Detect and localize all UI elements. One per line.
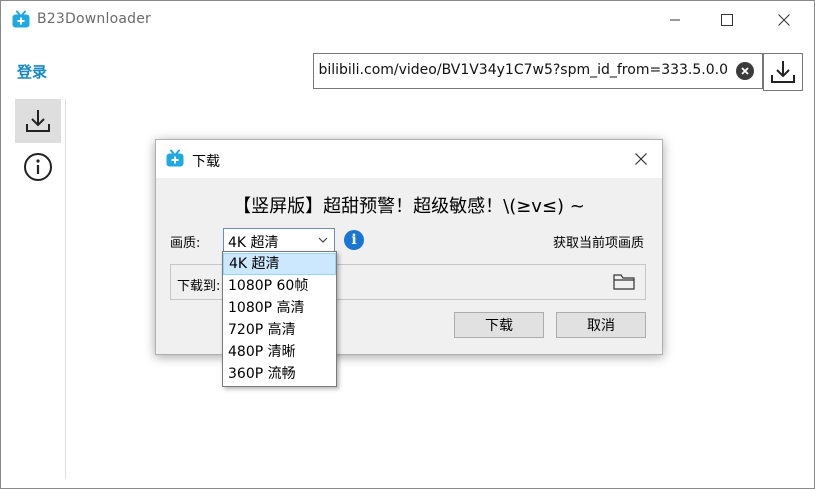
download-button[interactable]: 下载: [454, 312, 544, 338]
sidebar-about-tab[interactable]: [15, 147, 61, 187]
quality-option[interactable]: 720P 高清: [223, 319, 336, 341]
quality-select[interactable]: 4K 超清: [223, 228, 335, 252]
quality-option[interactable]: 360P 流畅: [223, 363, 336, 385]
clear-url-button[interactable]: [736, 62, 754, 80]
url-input-value: bilibili.com/video/BV1V34y1C7w5?spm_id_f…: [318, 62, 728, 78]
quality-info-icon[interactable]: i: [344, 230, 364, 250]
download-icon: [771, 61, 795, 83]
window-title: B23Downloader: [37, 11, 151, 27]
quality-dropdown-list: 4K 超清 1080P 60帧 1080P 高清 720P 高清 480P 清晰…: [222, 251, 337, 387]
chevron-down-icon: [318, 237, 328, 243]
login-link[interactable]: 登录: [17, 61, 47, 82]
maximize-icon: [721, 14, 733, 26]
dialog-close-button[interactable]: [620, 140, 662, 178]
close-icon: [635, 153, 647, 165]
main-window: B23Downloader 登录 bilibili.com/video/BV1V…: [0, 0, 815, 489]
url-input[interactable]: bilibili.com/video/BV1V34y1C7w5?spm_id_f…: [313, 53, 763, 89]
close-window-button[interactable]: [761, 1, 807, 39]
app-tv-icon: [166, 149, 184, 167]
start-download-button[interactable]: [763, 53, 803, 91]
quality-label: 画质:: [170, 236, 201, 251]
sidebar-divider: [65, 99, 66, 479]
clear-icon: [741, 67, 749, 75]
app-tv-icon: [12, 10, 30, 28]
cancel-button[interactable]: 取消: [556, 312, 646, 338]
info-icon: [24, 153, 52, 181]
quality-option[interactable]: 480P 清晰: [223, 341, 336, 363]
maximize-button[interactable]: [704, 1, 750, 39]
dialog-title-bar: 下载: [156, 140, 662, 178]
save-path-label: 下载到:: [177, 279, 221, 294]
quality-selected-value: 4K 超清: [228, 235, 279, 251]
quality-option[interactable]: 4K 超清: [223, 253, 336, 275]
get-current-quality-link[interactable]: 获取当前项画质: [553, 232, 644, 251]
quality-option[interactable]: 1080P 60帧: [223, 275, 336, 297]
quality-option[interactable]: 1080P 高清: [223, 297, 336, 319]
close-icon: [778, 14, 790, 26]
title-bar: B23Downloader: [1, 1, 814, 39]
minimize-button[interactable]: [652, 1, 698, 39]
dialog-title: 下载: [192, 154, 220, 170]
minimize-icon: [670, 19, 680, 21]
video-title: 【竖屏版】超甜预警！超级敏感！\(≥v≤) ~: [233, 196, 585, 217]
folder-icon[interactable]: [613, 273, 635, 291]
sidebar-downloads-tab[interactable]: [15, 99, 61, 143]
download-icon: [26, 110, 50, 132]
